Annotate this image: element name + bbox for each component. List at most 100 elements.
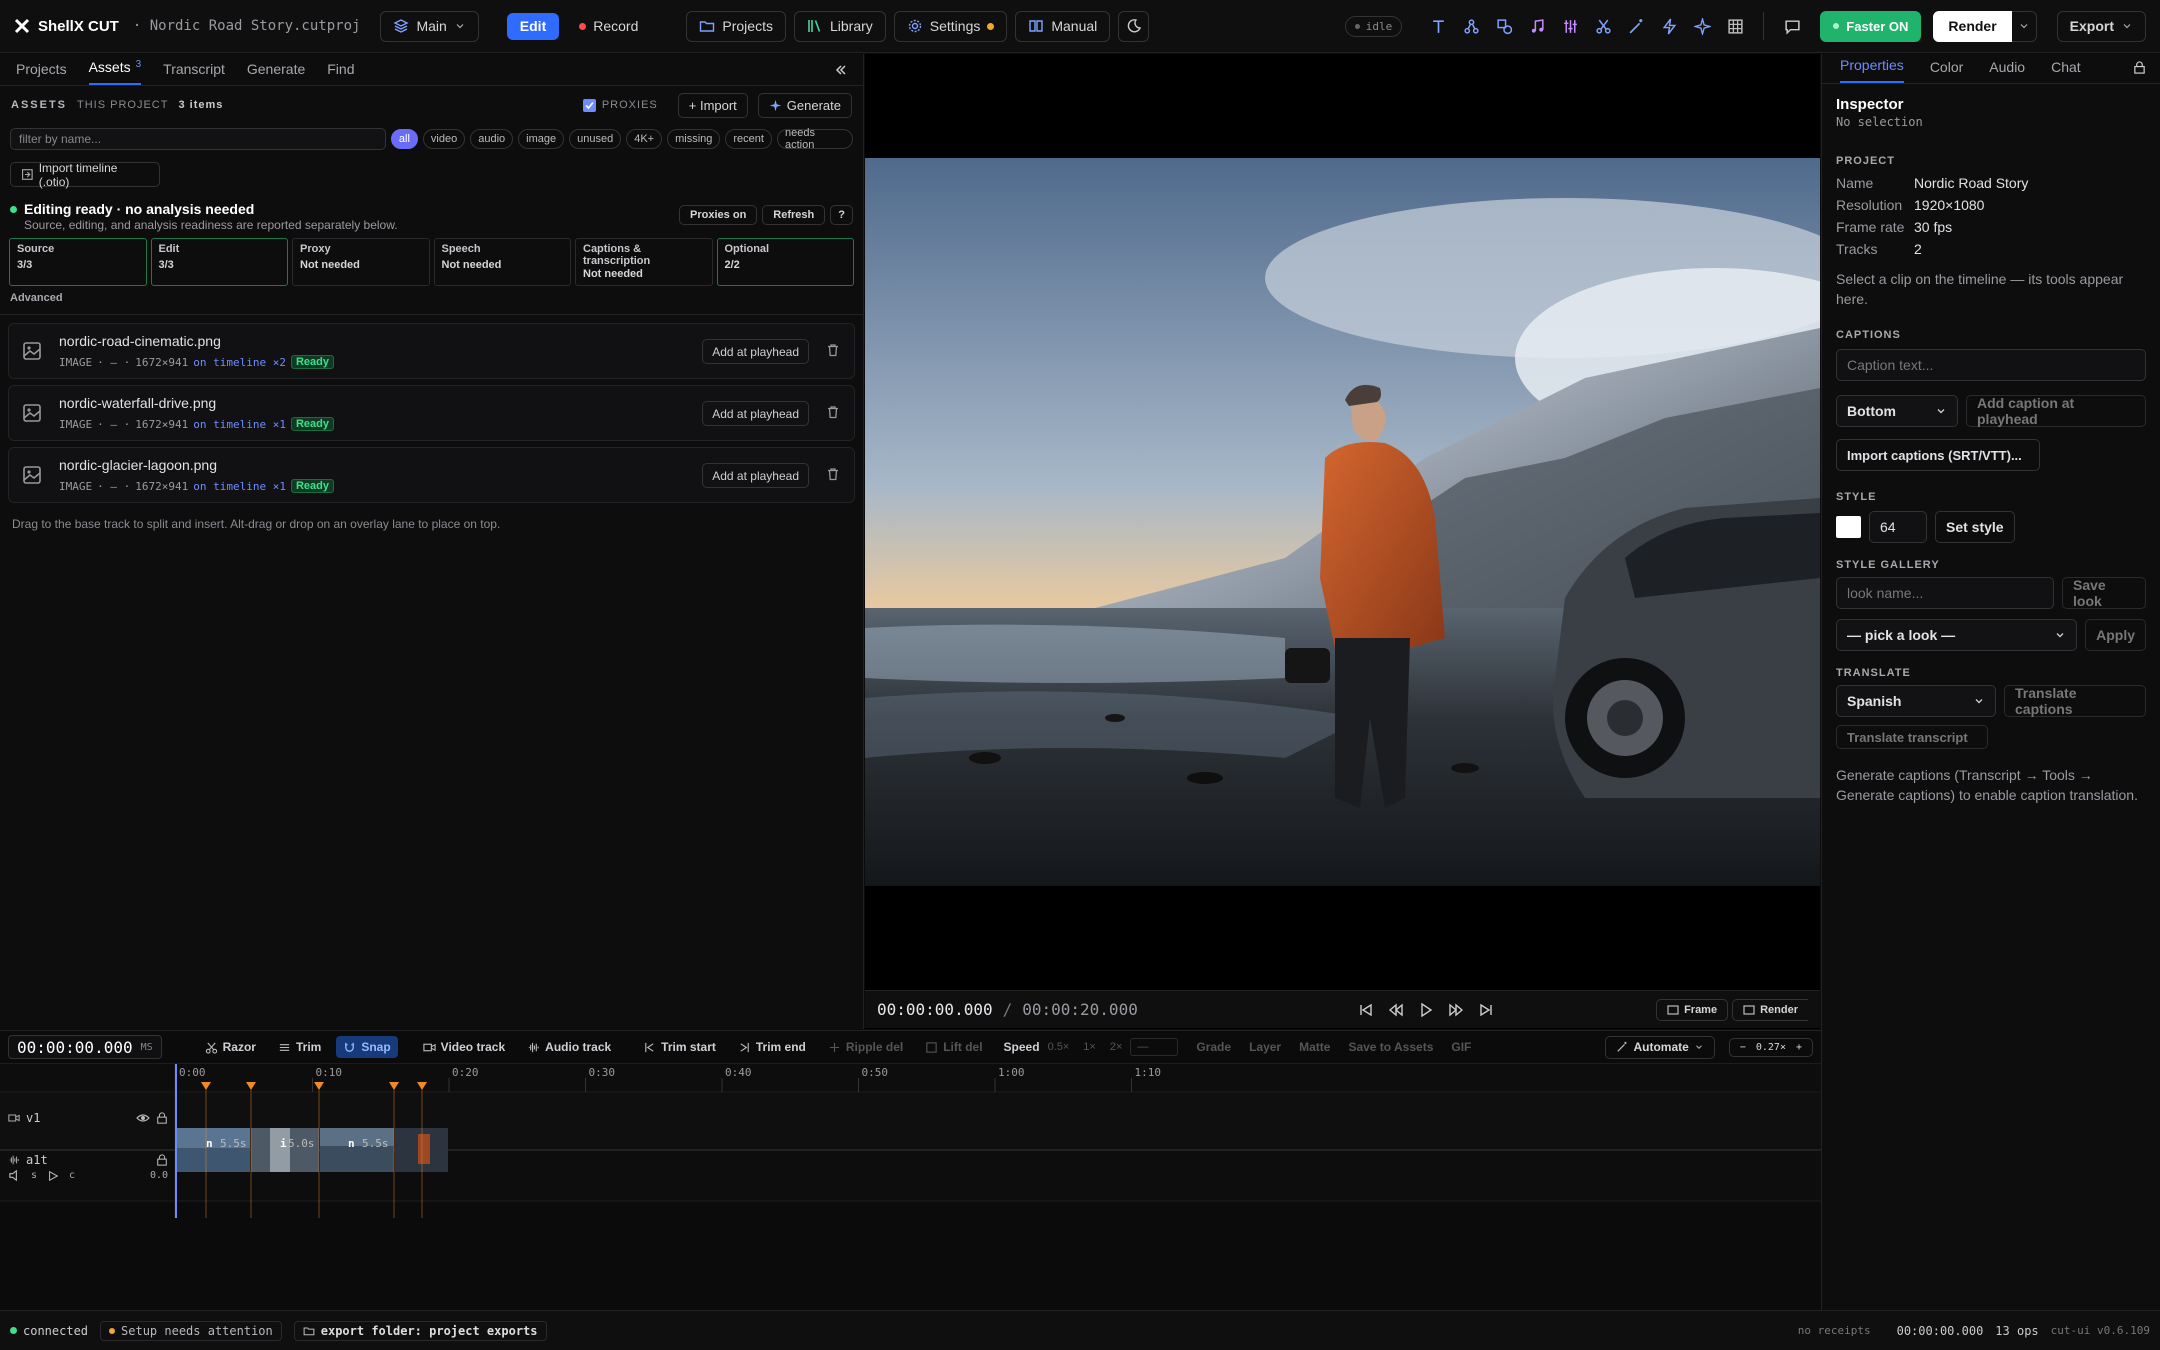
zoom-in-button[interactable]: + [1796, 1042, 1802, 1053]
tab-chat[interactable]: Chat [2051, 59, 2081, 83]
tab-generate[interactable]: Generate [247, 61, 305, 85]
automate-button[interactable]: Automate [1605, 1035, 1715, 1059]
collapse-panel-icon[interactable] [835, 64, 847, 85]
translate-transcript-button[interactable]: Translate transcript [1836, 725, 1988, 749]
speed-custom-input[interactable]: — [1130, 1038, 1179, 1056]
magic-wand-icon[interactable] [1622, 12, 1650, 40]
text-tool-icon[interactable] [1424, 12, 1452, 40]
timeline-timecode[interactable]: 00:00:00.000 MS [8, 1035, 162, 1059]
add-at-playhead-button[interactable]: Add at playhead [702, 463, 809, 488]
filter-chip-unused[interactable]: unused [569, 129, 622, 149]
faster-toggle-button[interactable]: Faster ON [1820, 10, 1922, 42]
step-forward-icon[interactable] [1448, 1002, 1464, 1018]
timeline-tracks[interactable]: 0:00 0:10 0:20 0:30 0:40 0:50 1:00 1:10 [0, 1064, 1821, 1218]
filter-chip-all[interactable]: all [390, 129, 418, 149]
add-caption-button[interactable]: Add caption at playhead [1966, 395, 2146, 427]
lock-icon[interactable] [156, 1112, 168, 1124]
theme-toggle-button[interactable] [1118, 10, 1150, 42]
razor-button[interactable]: Razor [198, 1036, 263, 1058]
speed-half-button[interactable]: 0.5× [1048, 1041, 1070, 1053]
step-back-icon[interactable] [1388, 1002, 1404, 1018]
projects-button[interactable]: Projects [686, 10, 786, 42]
set-style-button[interactable]: Set style [1935, 511, 2015, 543]
manual-button[interactable]: Manual [1015, 10, 1111, 42]
lock-icon[interactable] [2133, 61, 2146, 74]
gif-button[interactable]: GIF [1451, 1040, 1471, 1054]
grid-icon[interactable] [1721, 12, 1749, 40]
trash-icon[interactable] [826, 405, 840, 419]
trim-start-button[interactable]: Trim start [636, 1036, 723, 1058]
matte-button[interactable]: Matte [1299, 1040, 1330, 1054]
shapes-tool-icon[interactable] [1490, 12, 1518, 40]
clip-1[interactable] [176, 1128, 250, 1172]
audio-track-button[interactable]: Audio track [520, 1036, 618, 1058]
import-button[interactable]: + Import [677, 92, 748, 118]
tab-properties[interactable]: Properties [1840, 57, 1904, 83]
look-name-input[interactable]: look name... [1836, 577, 2054, 609]
branch-select[interactable]: Main [380, 10, 479, 42]
save-to-assets-button[interactable]: Save to Assets [1348, 1040, 1433, 1054]
filter-chip-image[interactable]: image [518, 129, 565, 149]
trim-end-button[interactable]: Trim end [731, 1036, 813, 1058]
filter-chip-audio[interactable]: audio [470, 129, 514, 149]
scissors-tool-icon[interactable] [1589, 12, 1617, 40]
render-button[interactable]: Render [1933, 10, 2012, 42]
filter-chip-video[interactable]: video [422, 129, 466, 149]
lock-icon[interactable] [156, 1154, 168, 1166]
video-track-button[interactable]: Video track [416, 1036, 512, 1058]
frame-button[interactable]: Frame [1656, 998, 1729, 1021]
clip-2[interactable] [251, 1128, 319, 1172]
mode-edit-button[interactable]: Edit [506, 12, 560, 40]
proxies-toggle[interactable]: PROXIES [582, 98, 658, 112]
proxies-on-button[interactable]: Proxies on [679, 205, 758, 225]
advanced-toggle[interactable]: Advanced [0, 286, 863, 315]
look-select[interactable]: — pick a look — [1836, 619, 2078, 651]
nodes-tool-icon[interactable] [1457, 12, 1485, 40]
skip-start-icon[interactable] [1358, 1002, 1374, 1018]
mode-record-button[interactable]: Record [567, 11, 650, 42]
add-at-playhead-button[interactable]: Add at playhead [702, 339, 809, 364]
settings-button[interactable]: Settings [893, 10, 1008, 42]
lift-delete-button[interactable]: Lift del [918, 1036, 989, 1058]
save-look-button[interactable]: Save look [2062, 577, 2146, 609]
grade-button[interactable]: Grade [1196, 1040, 1231, 1054]
filter-chip-recent[interactable]: recent [725, 129, 772, 149]
caption-text-input[interactable]: Caption text... [1836, 349, 2146, 381]
tab-assets[interactable]: Assets 3 [88, 59, 142, 85]
play-icon[interactable] [47, 1170, 59, 1182]
generate-button[interactable]: Generate [757, 92, 852, 118]
import-captions-button[interactable]: Import captions (SRT/VTT)... [1836, 439, 2040, 471]
export-folder-badge[interactable]: export folder: project exports [293, 1320, 547, 1341]
library-button[interactable]: Library [793, 10, 886, 42]
video-viewer[interactable] [865, 54, 1820, 1029]
viewer-render-button[interactable]: Render [1732, 998, 1808, 1021]
skip-end-icon[interactable] [1478, 1002, 1494, 1018]
list-item[interactable]: nordic-glacier-lagoon.png IMAGE · — · 1672… [8, 447, 855, 503]
proxies-checkbox[interactable] [582, 98, 596, 112]
tab-projects[interactable]: Projects [16, 61, 67, 85]
solo-toggle[interactable]: s [31, 1170, 37, 1181]
lightning-icon[interactable] [1655, 12, 1683, 40]
filter-chip-4k[interactable]: 4K+ [626, 129, 663, 149]
tab-find[interactable]: Find [327, 61, 354, 85]
eye-icon[interactable] [136, 1111, 150, 1125]
sparkles-icon[interactable] [1688, 12, 1716, 40]
filter-chip-missing[interactable]: missing [667, 129, 721, 149]
snap-toggle[interactable]: Snap [336, 1036, 398, 1058]
speed-1x-button[interactable]: 1× [1083, 1041, 1096, 1053]
zoom-out-button[interactable]: − [1740, 1042, 1746, 1053]
trash-icon[interactable] [826, 467, 840, 481]
speaker-icon[interactable] [8, 1169, 21, 1182]
trim-button[interactable]: Trim [271, 1036, 328, 1058]
trash-icon[interactable] [826, 343, 840, 357]
play-icon[interactable] [1418, 1002, 1434, 1018]
mixer-tool-icon[interactable] [1556, 12, 1584, 40]
zoom-control[interactable]: −0.27× + [1728, 1037, 1813, 1057]
caption-color-swatch[interactable] [1836, 516, 1861, 538]
layer-button[interactable]: Layer [1249, 1040, 1281, 1054]
tab-transcript[interactable]: Transcript [163, 61, 225, 85]
ripple-delete-button[interactable]: Ripple del [821, 1036, 910, 1058]
list-item[interactable]: nordic-waterfall-drive.png IMAGE · — · 167… [8, 385, 855, 441]
export-button[interactable]: Export [2056, 10, 2146, 42]
list-item[interactable]: nordic-road-cinematic.png IMAGE · — · 1672… [8, 323, 855, 379]
